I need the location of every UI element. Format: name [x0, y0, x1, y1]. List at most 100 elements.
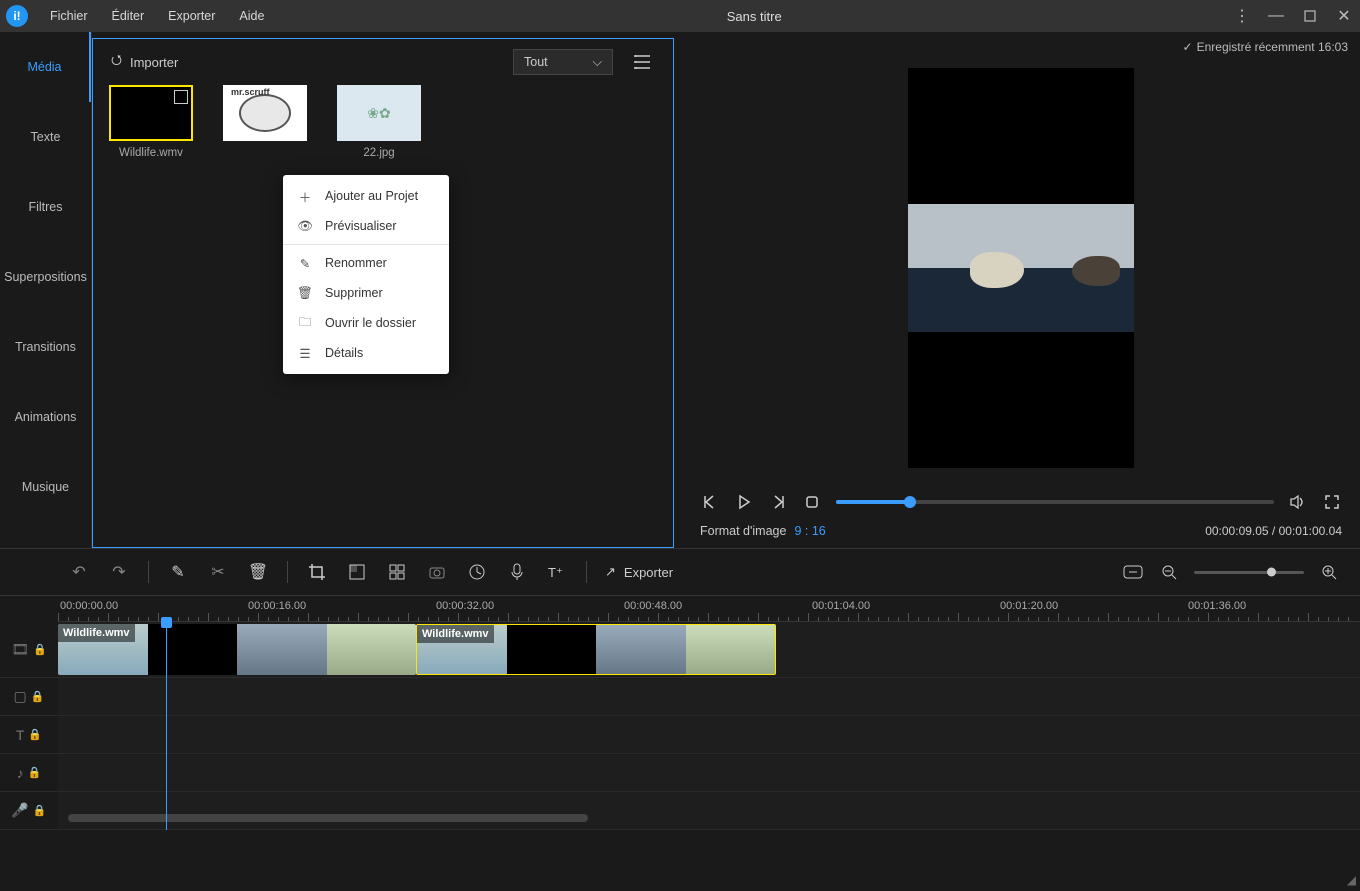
sidebar: Média Texte Filtres Superpositions Trans…: [0, 32, 92, 548]
pip-track-icon: ▢: [14, 688, 27, 705]
timeline: 00:00:00.00 00:00:16.00 00:00:32.00 00:0…: [0, 596, 1360, 830]
sidebar-tab-media[interactable]: Média: [0, 32, 91, 102]
pip-track: ▢🔒: [0, 678, 1360, 716]
aspect-value[interactable]: 9 : 16: [794, 524, 825, 538]
lock-icon[interactable]: 🔒: [28, 766, 42, 779]
text-track-icon: T: [16, 727, 25, 743]
timeline-scrollbar[interactable]: [58, 814, 1350, 824]
volume-button[interactable]: [1288, 492, 1308, 512]
audio-track-icon: ♪: [17, 765, 24, 781]
window-title: Sans titre: [276, 9, 1232, 24]
timeline-ruler[interactable]: 00:00:00.00 00:00:16.00 00:00:32.00 00:0…: [58, 596, 1360, 622]
text-tool[interactable]: T⁺: [546, 561, 568, 583]
preview-viewport: [908, 68, 1134, 468]
media-item-label: Wildlife.wmv: [119, 147, 183, 159]
timecode: 00:00:09.05 / 00:01:00.04: [1205, 524, 1342, 538]
mosaic-tool[interactable]: [346, 561, 368, 583]
trash-icon: 🗑: [297, 286, 313, 301]
eye-icon: 👁: [297, 219, 313, 234]
snapshot-tool[interactable]: [426, 561, 448, 583]
media-filter-select[interactable]: Tout ⌵: [513, 49, 613, 75]
save-status: ✓ Enregistré récemment 16:03: [1183, 40, 1348, 54]
import-button[interactable]: ⭯ Importer: [111, 51, 178, 73]
media-thumbnail[interactable]: mr.scruff: [223, 85, 307, 141]
timeline-clip[interactable]: Wildlife.wmv: [416, 624, 776, 675]
ctx-preview[interactable]: 👁Prévisualiser: [283, 211, 449, 241]
menu-export[interactable]: Exporter: [156, 0, 227, 32]
checkmark-icon: ✓: [1183, 40, 1193, 54]
chevron-down-icon: ⌵: [593, 55, 602, 70]
fullscreen-button[interactable]: [1322, 492, 1342, 512]
ctx-open-folder[interactable]: 🗀Ouvrir le dossier: [283, 308, 449, 338]
playhead[interactable]: [166, 622, 167, 830]
svg-text:T⁺: T⁺: [548, 565, 563, 580]
undo-button[interactable]: ↶: [68, 561, 90, 583]
lock-icon[interactable]: 🔒: [33, 643, 47, 656]
stop-button[interactable]: [802, 492, 822, 512]
seekbar-knob[interactable]: [904, 496, 916, 508]
cut-tool[interactable]: ✂: [207, 561, 229, 583]
add-badge-icon[interactable]: [174, 90, 188, 104]
ctx-rename[interactable]: ✎Renommer: [283, 248, 449, 278]
menu-help[interactable]: Aide: [227, 0, 276, 32]
sidebar-tab-animations[interactable]: Animations: [0, 382, 91, 452]
minimize-icon[interactable]: ―: [1266, 6, 1286, 26]
edit-tool[interactable]: ✎: [167, 561, 189, 583]
export-icon: ↗: [605, 564, 616, 580]
aspect-label: Format d'image: [700, 524, 786, 538]
sidebar-tab-filters[interactable]: Filtres: [0, 172, 91, 242]
crop-tool[interactable]: [306, 561, 328, 583]
resize-grip-icon[interactable]: ◢: [1347, 873, 1356, 887]
close-icon[interactable]: ✕: [1334, 6, 1354, 26]
lock-icon[interactable]: 🔒: [33, 804, 47, 817]
menu-edit[interactable]: Éditer: [100, 0, 157, 32]
redo-button[interactable]: ↷: [108, 561, 130, 583]
media-thumbnail[interactable]: [337, 85, 421, 141]
speed-tool[interactable]: [466, 561, 488, 583]
text-track: T🔒: [0, 716, 1360, 754]
sidebar-tab-transitions[interactable]: Transitions: [0, 312, 91, 382]
zoom-in-button[interactable]: [1318, 561, 1340, 583]
sidebar-tab-music[interactable]: Musique: [0, 452, 91, 522]
voice-tool[interactable]: [506, 561, 528, 583]
next-frame-button[interactable]: [768, 492, 788, 512]
more-icon[interactable]: ⋮: [1232, 6, 1252, 26]
import-icon: ⭯: [111, 51, 122, 73]
video-track-icon: 🎞: [11, 641, 29, 658]
voice-track: 🎤🔒: [0, 792, 1360, 830]
video-track: 🎞 🔒 Wildlife.wmv Wildlife.wmv: [0, 622, 1360, 678]
fit-button[interactable]: [1122, 561, 1144, 583]
info-icon: ☰: [297, 346, 313, 361]
lock-icon[interactable]: 🔒: [28, 728, 42, 741]
export-button[interactable]: ↗ Exporter: [605, 564, 673, 580]
prev-frame-button[interactable]: [700, 492, 720, 512]
lock-icon[interactable]: 🔒: [31, 690, 45, 703]
maximize-icon[interactable]: [1300, 6, 1320, 26]
delete-tool[interactable]: 🗑: [247, 561, 269, 583]
zoom-out-button[interactable]: [1158, 561, 1180, 583]
media-item[interactable]: 22.jpg: [337, 85, 421, 159]
preview-seekbar[interactable]: [836, 500, 1274, 504]
ctx-details[interactable]: ☰Détails: [283, 338, 449, 368]
media-item[interactable]: mr.scruff: [223, 85, 307, 159]
media-item[interactable]: Wildlife.wmv: [109, 85, 193, 159]
play-button[interactable]: [734, 492, 754, 512]
timeline-clip[interactable]: Wildlife.wmv: [58, 624, 416, 675]
preview-panel: Format d'image 9 : 16 00:00:09.05 / 00:0…: [674, 32, 1360, 548]
grid-tool[interactable]: [386, 561, 408, 583]
app-logo-icon: i!: [6, 5, 28, 27]
sidebar-tab-text[interactable]: Texte: [0, 102, 91, 172]
ctx-add-to-project[interactable]: ＋Ajouter au Projet: [283, 181, 449, 211]
media-panel: ⭯ Importer Tout ⌵ Wildlife.wmv mr.scruff: [92, 38, 674, 548]
folder-icon: 🗀: [297, 313, 313, 334]
list-view-toggle[interactable]: [629, 49, 655, 75]
menu-file[interactable]: Fichier: [38, 0, 100, 32]
media-thumbnail[interactable]: [109, 85, 193, 141]
sidebar-tab-overlays[interactable]: Superpositions: [0, 242, 91, 312]
preview-frame-image: [908, 204, 1134, 332]
pencil-icon: ✎: [297, 256, 313, 271]
ctx-delete[interactable]: 🗑Supprimer: [283, 278, 449, 308]
video-track-body[interactable]: Wildlife.wmv Wildlife.wmv: [58, 622, 1360, 677]
audio-track: ♪🔒: [0, 754, 1360, 792]
zoom-slider[interactable]: [1194, 571, 1304, 574]
